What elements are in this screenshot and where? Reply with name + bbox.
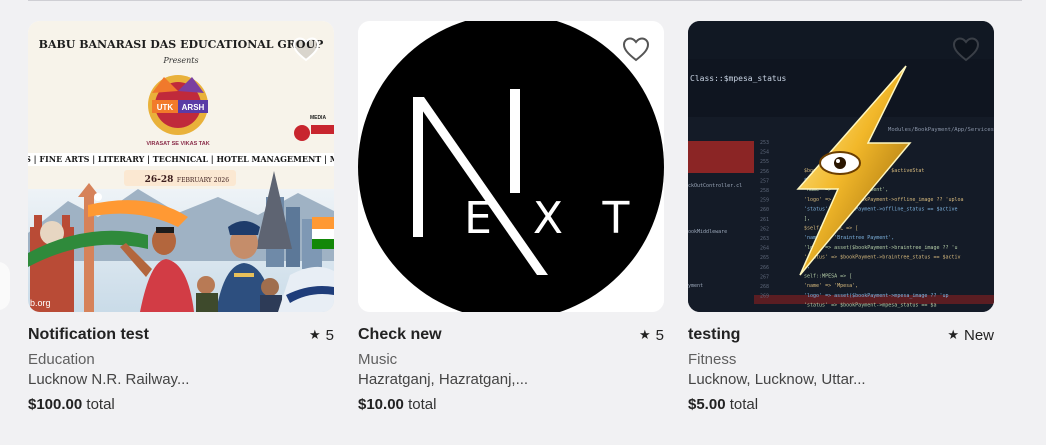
listing-title[interactable]: Check new — [358, 326, 442, 344]
listing-rating: ★ New — [947, 327, 994, 344]
code-line: 'logo' => asset($bookPayment->braintree_… — [804, 245, 958, 251]
poster-presents: Presents — [162, 56, 198, 65]
rating-value: New — [963, 326, 994, 344]
favorite-heart-icon[interactable] — [952, 36, 980, 62]
listing-rating: ★ 5 — [639, 327, 664, 344]
listing-price: $10.00 — [358, 396, 404, 413]
code-line: 'status' => $bookPayment->mpesa_status =… — [804, 302, 936, 308]
rating-value: 5 — [325, 326, 334, 344]
logo-text-left: UTK — [157, 103, 174, 112]
code-line: 'logo' => asset($bookPayment->offline_im… — [804, 197, 964, 203]
code-line: 'name' => 'Mpesa', — [804, 283, 858, 289]
favorite-heart-icon[interactable] — [622, 36, 650, 62]
poster-date-month: FEBRUARY 2026 — [177, 177, 229, 184]
listing-card[interactable]: E X T Check new ★ 5 Music Hazratganj, Ha… — [358, 21, 664, 413]
code-line-number: 266 — [760, 265, 769, 271]
poster-corner-text: b.org — [30, 298, 51, 308]
code-line: ], — [804, 216, 810, 222]
code-line-number: 260 — [760, 207, 769, 213]
star-icon: ★ — [309, 327, 321, 342]
poster-heading: BABU BANARASI DAS EDUCATIONAL GROUP — [39, 38, 324, 51]
listing-info: Check new ★ 5 Music Hazratganj, Hazratga… — [358, 312, 664, 413]
listing-image[interactable]: E X T — [358, 21, 664, 312]
price-suffix: total — [729, 396, 759, 413]
logo-letter-t: T — [602, 193, 630, 244]
listing-info: testing ★ New Fitness Lucknow, Lucknow, … — [688, 312, 994, 413]
scroll-edge-handle — [0, 262, 10, 310]
price-suffix: total — [408, 396, 437, 413]
listing-rating: ★ 5 — [309, 327, 334, 344]
poster-date-days: 26-28 — [145, 175, 174, 185]
listing-price: $5.00 — [688, 396, 726, 413]
next-logo-image: E X T — [358, 21, 664, 312]
code-line-number: 255 — [760, 159, 769, 165]
code-line-number: 265 — [760, 255, 769, 261]
side-label: yment — [688, 283, 703, 289]
event-poster-image: BABU BANARASI DAS EDUCATIONAL GROUP Pres… — [28, 21, 334, 312]
listing-image[interactable]: BABU BANARASI DAS EDUCATIONAL GROUP Pres… — [28, 21, 334, 312]
listing-image[interactable]: Class::$mpesa_status Modules/BookPayment… — [688, 21, 994, 312]
code-line-number: 261 — [760, 217, 769, 223]
listing-location: Hazratganj, Hazratganj,... — [358, 371, 529, 388]
code-class-text: Class::$mpesa_status — [690, 74, 787, 83]
listing-info: Notification test ★ 5 Education Lucknow … — [28, 312, 334, 413]
top-divider — [28, 0, 1022, 1]
listing-card[interactable]: Class::$mpesa_status Modules/BookPayment… — [688, 21, 994, 413]
poster-tagline: VIRASAT SE VIKAS TAK — [146, 141, 209, 147]
price-suffix: total — [86, 396, 115, 413]
listing-category: Music — [358, 351, 398, 368]
logo-letter-e: E — [464, 193, 492, 244]
code-line-number: 254 — [760, 150, 769, 156]
listing-location: Lucknow, Lucknow, Uttar... — [688, 371, 866, 388]
listing-category: Education — [28, 351, 95, 368]
rating-value: 5 — [655, 326, 664, 344]
listing-category: Fitness — [688, 351, 737, 368]
listing-title[interactable]: Notification test — [28, 326, 149, 344]
listing-price-row: $10.00 total — [358, 396, 664, 413]
code-line-number: 253 — [760, 140, 769, 146]
code-line-number: 258 — [760, 188, 769, 194]
code-line: self::MPESA => [ — [804, 274, 852, 280]
listing-location: Lucknow N.R. Railway... — [28, 371, 190, 388]
listing-price: $100.00 — [28, 396, 83, 413]
code-line: 'status' => $bookPayment->braintree_stat… — [804, 254, 961, 260]
poster-media-label: MEDIA — [310, 115, 327, 121]
code-line-number: 256 — [760, 169, 769, 175]
code-line-number: 257 — [760, 178, 769, 184]
side-label: ookMiddleware — [688, 229, 727, 235]
poster-events: PORTS | FINE ARTS | LITERARY | TECHNICAL… — [28, 154, 334, 164]
star-icon: ★ — [639, 327, 651, 342]
code-line: 'status' => $bookPayment->offline_status… — [804, 206, 958, 212]
logo-text-right: ARSH — [182, 103, 205, 112]
code-line: 'logo' => asset($bookPayment->mpesa_imag… — [804, 293, 949, 299]
star-icon: ★ — [947, 327, 959, 342]
listing-price-row: $5.00 total — [688, 396, 994, 413]
code-line-number: 259 — [760, 198, 769, 204]
side-label: ckOutController.cl — [688, 183, 742, 189]
listing-title[interactable]: testing — [688, 326, 740, 344]
code-line-number: 267 — [760, 274, 769, 280]
logo-letter-x: X — [533, 193, 563, 244]
listing-price-row: $100.00 total — [28, 396, 334, 413]
code-line-number: 264 — [760, 246, 769, 252]
favorite-heart-icon[interactable] — [292, 36, 320, 62]
code-line-number: 268 — [760, 284, 769, 290]
listing-grid: BABU BANARASI DAS EDUCATIONAL GROUP Pres… — [28, 21, 994, 413]
code-line-number: 262 — [760, 226, 769, 232]
code-line-number: 269 — [760, 294, 769, 300]
code-bolt-image: Class::$mpesa_status Modules/BookPayment… — [688, 21, 994, 312]
listing-card[interactable]: BABU BANARASI DAS EDUCATIONAL GROUP Pres… — [28, 21, 334, 413]
festival-logo: UTK ARSH — [148, 75, 208, 135]
code-line-number: 263 — [760, 236, 769, 242]
code-path-text: Modules/BookPayment/App/Services — [888, 127, 994, 133]
